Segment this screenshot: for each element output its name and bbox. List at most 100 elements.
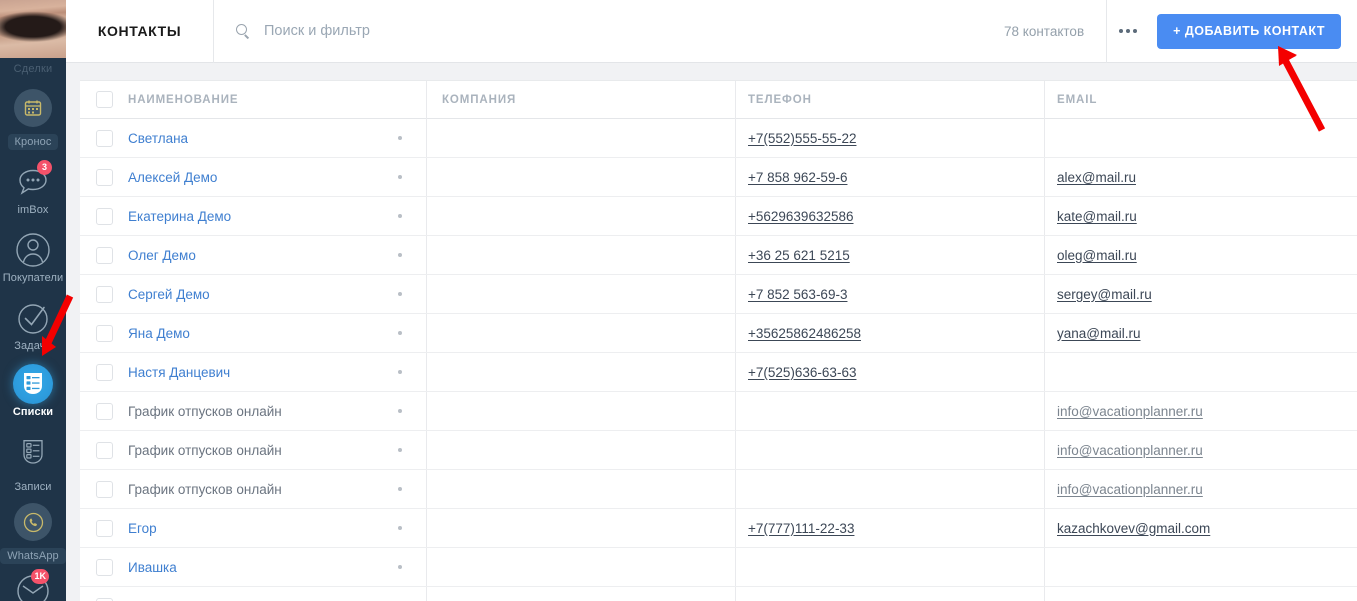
contact-name-link[interactable]: Олег Демо	[128, 248, 196, 263]
phone-link[interactable]: +7 858 962-59-6	[748, 170, 847, 185]
sidebar-scroll-up[interactable]: Сделки	[0, 58, 66, 80]
email-link[interactable]: info@vacationplanner.ru	[1057, 404, 1203, 419]
email-link[interactable]: kazachkovev@gmail.com	[1057, 521, 1210, 536]
contact-name-link[interactable]: Сергей Демо	[128, 287, 210, 302]
phone-link[interactable]: +5629639632586	[748, 209, 854, 224]
sidebar-item-kronos[interactable]: Кронос	[0, 88, 66, 150]
email-link[interactable]: info@vacationplanner.ru	[1057, 443, 1203, 458]
sidebar-item-label-kronos: Кронос	[7, 134, 59, 150]
row-status-dot	[398, 136, 402, 140]
column-header-email[interactable]: EMAIL	[1045, 81, 1357, 119]
contact-name-link[interactable]: График отпусков онлайн	[128, 404, 282, 419]
table-row[interactable]: Ивашка	[80, 548, 1357, 587]
phone-link[interactable]: +7(552)555-55-22	[748, 131, 856, 146]
phone-link[interactable]: +7(525)636-63-63	[748, 365, 856, 380]
sidebar-item-lists[interactable]: Списки	[0, 364, 66, 419]
email-link[interactable]: sergey@mail.ru	[1057, 287, 1152, 302]
row-select-cell[interactable]	[80, 168, 128, 186]
table-row[interactable]: Егор +7(777)111-22-33 kazachkovev@gmail.co…	[80, 509, 1357, 548]
cell-phone	[736, 392, 1045, 430]
phone-link[interactable]: +7 852 563-69-3	[748, 287, 847, 302]
table-row[interactable]: Алексей Демо +7 858 962-59-6 alex@mail.ru	[80, 158, 1357, 197]
table-row[interactable]: Сергей Демо +7 852 563-69-3 sergey@mail.ru	[80, 275, 1357, 314]
row-select-cell[interactable]	[80, 207, 128, 225]
contact-name-link[interactable]: Екатерина Демо	[128, 209, 231, 224]
phone-link[interactable]: +36 25 621 5215	[748, 248, 850, 263]
cell-email: kate@mail.ru	[1045, 197, 1357, 235]
row-select-cell[interactable]	[80, 324, 128, 342]
sidebar-item-whatsapp[interactable]: WhatsApp	[0, 502, 66, 564]
row-select-cell[interactable]	[80, 441, 128, 459]
contact-name-link[interactable]: Егор	[128, 521, 157, 536]
contact-name-link[interactable]: Настя Данцевич	[128, 365, 230, 380]
table-row[interactable]: Светлана +7(552)555-55-22	[80, 119, 1357, 158]
row-checkbox[interactable]	[95, 480, 113, 498]
row-checkbox[interactable]	[95, 324, 113, 342]
cell-email	[1045, 548, 1357, 586]
phone-link[interactable]: +7(777)111-22-33	[748, 521, 854, 536]
row-checkbox[interactable]	[95, 402, 113, 420]
table-row[interactable]: График отпусков онлайн info@vacationplann…	[80, 431, 1357, 470]
contact-name-link[interactable]: Светлана	[128, 131, 188, 146]
phone-link[interactable]: +35625862486258	[748, 326, 861, 341]
cell-company	[427, 548, 736, 586]
sidebar-item-imbox[interactable]: 3 imBox	[0, 160, 66, 217]
row-checkbox[interactable]	[95, 168, 113, 186]
row-select-cell[interactable]	[80, 480, 128, 498]
sidebar-item-tasks[interactable]: Задачи	[0, 298, 66, 353]
select-all-checkbox[interactable]	[95, 91, 113, 108]
cell-email: info@vacationplanner.ru	[1045, 431, 1357, 469]
more-options-button[interactable]	[1107, 0, 1149, 63]
column-header-phone[interactable]: ТЕЛЕФОН	[736, 80, 1045, 119]
email-link[interactable]: oleg@mail.ru	[1057, 248, 1137, 263]
contact-name-link[interactable]: График отпусков онлайн	[128, 443, 282, 458]
row-status-dot	[398, 292, 402, 296]
email-link[interactable]: info@vacationplanner.ru	[1057, 482, 1203, 497]
email-link[interactable]: yana@mail.ru	[1057, 326, 1141, 341]
table-row[interactable]: Екатерина Демо +5629639632586 kate@mail.ru	[80, 197, 1357, 236]
table-row[interactable]: График отпусков онлайн info@vacationplann…	[80, 470, 1357, 509]
column-header-name[interactable]: НАИМЕНОВАНИЕ	[128, 80, 427, 119]
search-area[interactable]	[214, 0, 1004, 63]
column-header-name-label: НАИМЕНОВАНИЕ	[128, 93, 239, 106]
search-input[interactable]	[262, 22, 973, 40]
contact-name-link[interactable]: Алексей Демо	[128, 170, 217, 185]
row-checkbox[interactable]	[95, 363, 113, 381]
row-select-cell[interactable]	[80, 129, 128, 147]
row-checkbox[interactable]	[95, 519, 113, 537]
sidebar-item-mail[interactable]: 1K	[0, 569, 66, 601]
row-checkbox[interactable]	[95, 441, 113, 459]
row-checkbox[interactable]	[95, 597, 113, 601]
row-checkbox[interactable]	[95, 285, 113, 303]
select-all-cell[interactable]	[80, 91, 128, 108]
sidebar-item-buyers[interactable]: Покупатели	[0, 230, 66, 285]
row-select-cell[interactable]	[80, 402, 128, 420]
row-select-cell[interactable]	[80, 285, 128, 303]
table-row[interactable]	[80, 587, 1357, 601]
table-row[interactable]: График отпусков онлайн info@vacationplann…	[80, 392, 1357, 431]
row-checkbox[interactable]	[95, 558, 113, 576]
row-select-cell[interactable]	[80, 519, 128, 537]
table-row[interactable]: Настя Данцевич +7(525)636-63-63	[80, 353, 1357, 392]
row-select-cell[interactable]	[80, 363, 128, 381]
sidebar-item-records[interactable]: Записи	[0, 432, 66, 494]
cell-name: Алексей Демо	[128, 158, 427, 196]
email-link[interactable]: alex@mail.ru	[1057, 170, 1136, 185]
row-select-cell[interactable]	[80, 246, 128, 264]
table-row[interactable]: Яна Демо +35625862486258 yana@mail.ru	[80, 314, 1357, 353]
row-select-cell[interactable]	[80, 597, 128, 601]
email-link[interactable]: kate@mail.ru	[1057, 209, 1137, 224]
contact-name-link[interactable]: Ивашка	[128, 560, 177, 575]
contact-name-link[interactable]: График отпусков онлайн	[128, 482, 282, 497]
row-checkbox[interactable]	[95, 207, 113, 225]
column-header-company[interactable]: КОМПАНИЯ	[427, 80, 736, 119]
cell-phone: +7(525)636-63-63	[736, 353, 1045, 391]
table-row[interactable]: Олег Демо +36 25 621 5215 oleg@mail.ru	[80, 236, 1357, 275]
row-select-cell[interactable]	[80, 558, 128, 576]
column-header-company-label: КОМПАНИЯ	[442, 93, 517, 106]
add-contact-button[interactable]: + ДОБАВИТЬ КОНТАКТ	[1157, 13, 1341, 49]
cell-name: Егор	[128, 509, 427, 547]
contact-name-link[interactable]: Яна Демо	[128, 326, 190, 341]
row-checkbox[interactable]	[95, 129, 113, 147]
row-checkbox[interactable]	[95, 246, 113, 264]
